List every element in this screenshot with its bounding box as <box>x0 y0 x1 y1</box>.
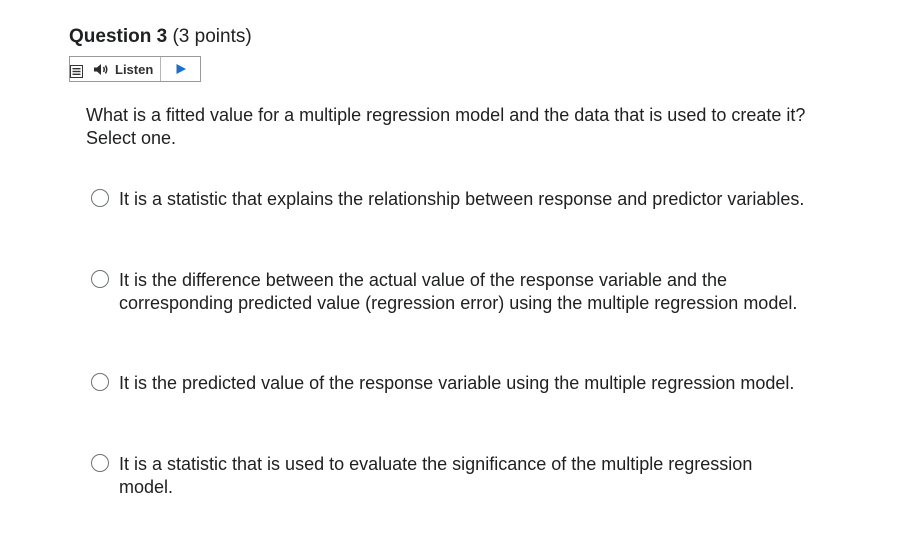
question-points: (3 points) <box>172 26 252 47</box>
question-header: Question 3 (3 points) <box>69 25 252 49</box>
question-prompt: What is a fitted value for a multiple re… <box>86 105 806 148</box>
play-button[interactable] <box>161 57 200 81</box>
option-label: It is the predicted value of the respons… <box>119 373 795 393</box>
listen-menu-button[interactable] <box>70 57 85 81</box>
answer-option-a[interactable]: It is a statistic that explains the rela… <box>91 188 811 211</box>
speaker-icon <box>94 63 108 75</box>
radio-button[interactable] <box>91 270 109 288</box>
listen-widget: Listen <box>69 56 201 82</box>
menu-icon <box>70 65 83 78</box>
answer-option-c[interactable]: It is the predicted value of the respons… <box>91 372 811 395</box>
radio-button[interactable] <box>91 189 109 207</box>
answer-option-b[interactable]: It is the difference between the actual … <box>91 269 811 315</box>
radio-button[interactable] <box>91 373 109 391</box>
question-title: Question 3 <box>69 26 168 47</box>
radio-button[interactable] <box>91 454 109 472</box>
option-label: It is a statistic that explains the rela… <box>119 189 805 209</box>
answer-option-d[interactable]: It is a statistic that is used to evalua… <box>91 453 811 499</box>
listen-button[interactable]: Listen <box>85 57 162 81</box>
option-label: It is a statistic that is used to evalua… <box>119 454 753 497</box>
option-label: It is the difference between the actual … <box>119 270 798 313</box>
listen-label: Listen <box>115 61 154 77</box>
play-icon <box>176 64 186 74</box>
